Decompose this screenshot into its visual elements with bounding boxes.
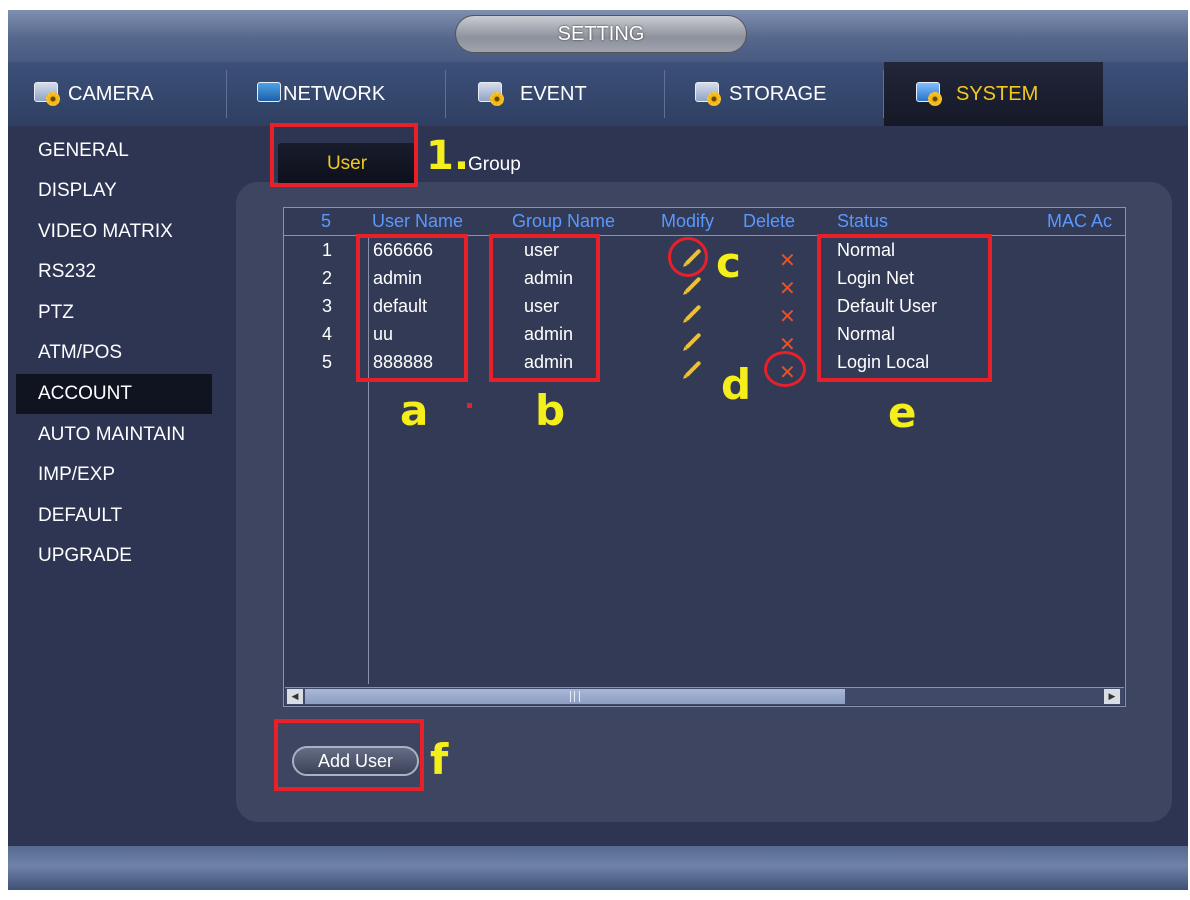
window-title: SETTING <box>455 15 747 53</box>
sidebar-item-video-matrix[interactable]: VIDEO MATRIX <box>16 212 212 252</box>
sidebar: GENERAL DISPLAY VIDEO MATRIX RS232 PTZ A… <box>8 126 222 846</box>
tab-system-label: SYSTEM <box>956 82 1039 105</box>
row-number: 5 <box>322 352 333 372</box>
main-tab-bar: CAMERA NETWORK EVENT STORAGE SYSTEM <box>8 62 1188 126</box>
row-number: 1 <box>322 240 333 260</box>
modify-pencil-icon[interactable] <box>684 332 702 350</box>
annotation-box-group-names <box>489 234 600 382</box>
annotation-box-status <box>817 234 992 382</box>
header-user-name[interactable]: User Name <box>372 211 463 232</box>
row-number: 3 <box>322 296 333 316</box>
bottom-bar <box>8 846 1188 890</box>
tab-network-label: NETWORK <box>283 82 386 105</box>
sidebar-item-auto-maintain[interactable]: AUTO MAINTAIN <box>16 415 212 455</box>
annotation-circle-modify <box>668 237 708 277</box>
title-bar: SETTING <box>8 10 1188 62</box>
header-count: 5 <box>321 211 332 231</box>
sidebar-item-upgrade[interactable]: UPGRADE <box>16 536 212 576</box>
annotation-label-b: b <box>535 386 566 435</box>
annotation-step-1: 1. <box>426 133 470 179</box>
network-settings-icon <box>255 80 281 108</box>
annotation-label-a: a <box>400 386 429 435</box>
scroll-right-icon[interactable]: ▶ <box>1104 689 1120 704</box>
sidebar-item-atm-pos[interactable]: ATM/POS <box>16 333 212 373</box>
sidebar-item-ptz[interactable]: PTZ <box>16 293 212 333</box>
modify-pencil-icon[interactable] <box>684 304 702 322</box>
header-modify[interactable]: Modify <box>661 211 714 232</box>
row-number: 4 <box>322 324 333 344</box>
delete-x-icon[interactable]: ✕ <box>779 307 796 327</box>
sidebar-item-general[interactable]: GENERAL <box>16 131 212 171</box>
grip-icon <box>570 691 580 702</box>
tab-event[interactable]: EVENT <box>446 62 664 126</box>
horizontal-scrollbar[interactable]: ◀ ▶ <box>285 687 1124 705</box>
annotation-label-f: f <box>430 735 449 784</box>
scroll-left-icon[interactable]: ◀ <box>287 689 303 704</box>
tab-storage[interactable]: STORAGE <box>665 62 883 126</box>
delete-x-icon[interactable]: ✕ <box>779 251 796 271</box>
sidebar-item-account[interactable]: ACCOUNT <box>16 374 212 414</box>
row-number: 2 <box>322 268 333 288</box>
annotation-label-c: c <box>716 238 741 287</box>
table-header: 5 User Name Group Name Modify Delete Sta… <box>284 208 1125 236</box>
tab-camera-label: CAMERA <box>68 82 154 105</box>
header-group-name[interactable]: Group Name <box>512 211 615 232</box>
annotation-label-d: d <box>721 360 752 409</box>
delete-x-icon[interactable]: ✕ <box>779 279 796 299</box>
system-settings-icon <box>914 80 944 108</box>
sidebar-item-rs232[interactable]: RS232 <box>16 252 212 292</box>
annotation-box-user-tab <box>270 123 418 187</box>
tab-network[interactable]: NETWORK <box>227 62 445 126</box>
annotation-label-e: e <box>888 388 917 437</box>
tab-storage-label: STORAGE <box>729 82 827 105</box>
header-status[interactable]: Status <box>837 211 888 232</box>
sidebar-item-imp-exp[interactable]: IMP/EXP <box>16 455 212 495</box>
settings-window: SETTING CAMERA NETWORK EVENT STORAGE SYS… <box>8 10 1188 890</box>
event-settings-icon <box>476 80 506 108</box>
tab-event-label: EVENT <box>520 82 587 105</box>
annotation-circle-delete <box>764 351 806 387</box>
sidebar-item-default[interactable]: DEFAULT <box>16 496 212 536</box>
header-mac[interactable]: MAC Ac <box>1047 211 1112 232</box>
annotation-box-add-user <box>274 719 424 791</box>
storage-settings-icon <box>693 80 723 108</box>
scrollbar-thumb[interactable] <box>305 689 845 704</box>
sidebar-item-display[interactable]: DISPLAY <box>16 171 212 211</box>
header-delete[interactable]: Delete <box>743 211 795 232</box>
annotation-box-user-names <box>356 234 468 382</box>
tab-camera[interactable]: CAMERA <box>8 62 226 126</box>
modify-pencil-icon[interactable] <box>684 360 702 378</box>
tab-system[interactable]: SYSTEM <box>884 62 1103 126</box>
annotation-dot <box>467 403 472 408</box>
subtab-group[interactable]: Group <box>468 150 521 180</box>
camera-settings-icon <box>32 80 62 108</box>
modify-pencil-icon[interactable] <box>684 276 702 294</box>
